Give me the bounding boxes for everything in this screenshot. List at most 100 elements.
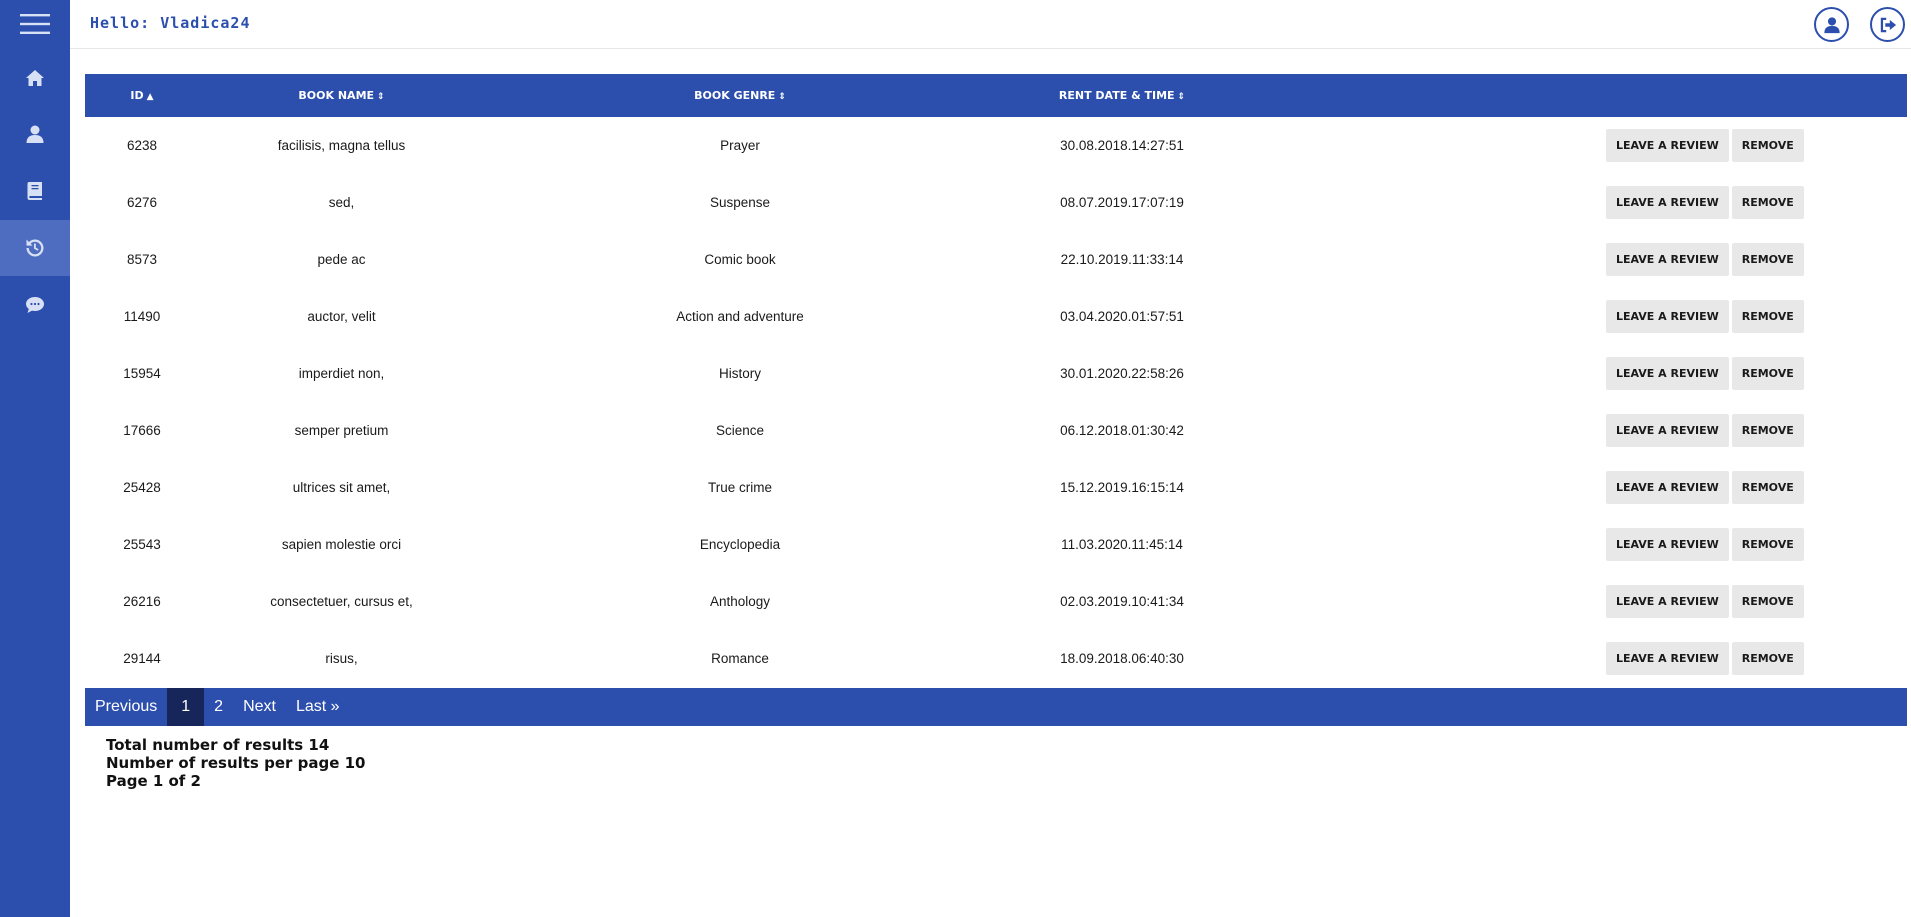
- column-header-book-name[interactable]: BOOK NAME ⇕: [199, 74, 484, 117]
- leave-review-button[interactable]: LEAVE A REVIEW: [1606, 357, 1729, 390]
- logout-icon: [1880, 17, 1896, 32]
- table-row: 29144 risus, Romance 18.09.2018.06:40:30…: [85, 630, 1907, 687]
- cell-rent-date: 30.08.2018.14:27:51: [1060, 138, 1184, 153]
- cell-id: 15954: [123, 366, 161, 381]
- book-icon: [27, 182, 42, 200]
- top-header: Hello: Vladica24: [70, 0, 1911, 49]
- cell-book-name: imperdiet non,: [298, 366, 385, 381]
- remove-button[interactable]: REMOVE: [1731, 585, 1804, 618]
- cell-id: 6238: [126, 138, 158, 153]
- remove-button[interactable]: REMOVE: [1731, 642, 1804, 675]
- home-icon: [26, 70, 44, 86]
- user-circle-icon: [1823, 16, 1840, 33]
- remove-button[interactable]: REMOVE: [1731, 471, 1804, 504]
- pagination-page-2[interactable]: 2: [204, 688, 233, 726]
- remove-button[interactable]: REMOVE: [1731, 243, 1804, 276]
- cell-rent-date: 11.03.2020.11:45:14: [1061, 537, 1183, 552]
- leave-review-button[interactable]: LEAVE A REVIEW: [1606, 414, 1729, 447]
- leave-review-button[interactable]: LEAVE A REVIEW: [1606, 471, 1729, 504]
- cell-book-genre: Encyclopedia: [699, 537, 781, 552]
- menu-button[interactable]: [0, 0, 70, 48]
- cell-actions: LEAVE A REVIEW REMOVE: [1248, 231, 1907, 288]
- pagination-previous[interactable]: Previous: [85, 688, 167, 726]
- leave-review-button[interactable]: LEAVE A REVIEW: [1606, 642, 1729, 675]
- menu-icon: [20, 14, 50, 34]
- sidebar-item-home[interactable]: [0, 50, 70, 106]
- leave-review-button[interactable]: LEAVE A REVIEW: [1606, 243, 1729, 276]
- total-results-text: Total number of results 14: [106, 736, 330, 754]
- remove-button[interactable]: REMOVE: [1731, 129, 1804, 162]
- user-icon: [26, 125, 44, 143]
- remove-button[interactable]: REMOVE: [1731, 186, 1804, 219]
- pagination-page-1[interactable]: 1: [167, 688, 205, 726]
- sidebar-item-messages[interactable]: [0, 277, 70, 333]
- column-header-id[interactable]: ID ▲: [85, 74, 199, 117]
- table-row: 11490 auctor, velit Action and adventure…: [85, 288, 1907, 345]
- cell-book-name: ultrices sit amet,: [292, 480, 391, 495]
- leave-review-button[interactable]: LEAVE A REVIEW: [1606, 528, 1729, 561]
- table-row: 8573 pede ac Comic book 22.10.2019.11:33…: [85, 231, 1907, 288]
- sidebar-item-books[interactable]: [0, 163, 70, 219]
- cell-id: 29144: [123, 651, 161, 666]
- cell-actions: LEAVE A REVIEW REMOVE: [1248, 117, 1907, 174]
- results-per-page-text: Number of results per page 10: [106, 754, 366, 772]
- table-header-row: ID ▲ BOOK NAME ⇕ BOOK GENRE ⇕ RENT DATE & T…: [85, 74, 1907, 117]
- cell-book-name: sapien molestie orci: [281, 537, 402, 552]
- sort-asc-icon: ▲: [146, 92, 154, 102]
- cell-actions: LEAVE A REVIEW REMOVE: [1248, 174, 1907, 231]
- cell-rent-date: 15.12.2019.16:15:14: [1060, 480, 1184, 495]
- sidebar-item-profile[interactable]: [0, 106, 70, 162]
- cell-book-genre: Suspense: [709, 195, 771, 210]
- sidebar: [0, 0, 70, 917]
- cell-book-name: auctor, velit: [307, 309, 376, 324]
- profile-button[interactable]: [1814, 7, 1849, 42]
- remove-button[interactable]: REMOVE: [1731, 300, 1804, 333]
- cell-id: 25543: [123, 537, 161, 552]
- table-row: 25428 ultrices sit amet, True crime 15.1…: [85, 459, 1907, 516]
- page-indicator-text: Page 1 of 2: [106, 772, 201, 790]
- cell-actions: LEAVE A REVIEW REMOVE: [1248, 516, 1907, 573]
- pagination-last[interactable]: Last »: [286, 688, 350, 726]
- table-row: 15954 imperdiet non, History 30.01.2020.…: [85, 345, 1907, 402]
- leave-review-button[interactable]: LEAVE A REVIEW: [1606, 186, 1729, 219]
- sort-icon: ⇕: [377, 92, 385, 102]
- pagination-bar: Previous 1 2 Next Last »: [85, 688, 1907, 726]
- cell-book-genre: Anthology: [709, 594, 771, 609]
- cell-id: 6276: [126, 195, 158, 210]
- cell-actions: LEAVE A REVIEW REMOVE: [1248, 459, 1907, 516]
- sidebar-item-history[interactable]: [0, 220, 70, 276]
- leave-review-button[interactable]: LEAVE A REVIEW: [1606, 300, 1729, 333]
- greeting-text: Hello: Vladica24: [90, 14, 251, 32]
- remove-button[interactable]: REMOVE: [1731, 528, 1804, 561]
- cell-book-name: facilisis, magna tellus: [277, 138, 406, 153]
- results-summary: Total number of results 14 Number of res…: [106, 736, 365, 790]
- cell-actions: LEAVE A REVIEW REMOVE: [1248, 288, 1907, 345]
- cell-rent-date: 22.10.2019.11:33:14: [1060, 252, 1184, 267]
- table-row: 6238 facilisis, magna tellus Prayer 30.0…: [85, 117, 1907, 174]
- leave-review-button[interactable]: LEAVE A REVIEW: [1606, 585, 1729, 618]
- cell-book-name: consectetuer, cursus et,: [270, 594, 413, 609]
- cell-book-name: sed,: [328, 195, 355, 210]
- leave-review-button[interactable]: LEAVE A REVIEW: [1606, 129, 1729, 162]
- column-header-book-genre[interactable]: BOOK GENRE ⇕: [484, 74, 996, 117]
- rentals-table: ID ▲ BOOK NAME ⇕ BOOK GENRE ⇕ RENT DATE & T…: [85, 74, 1907, 687]
- cell-id: 25428: [123, 480, 161, 495]
- cell-book-name: semper pretium: [294, 423, 389, 438]
- history-icon: [26, 239, 44, 257]
- logout-button[interactable]: [1870, 7, 1905, 42]
- cell-rent-date: 06.12.2018.01:30:42: [1060, 423, 1184, 438]
- column-header-actions: [1248, 74, 1907, 117]
- cell-book-name: pede ac: [317, 252, 366, 267]
- column-header-rent-date[interactable]: RENT DATE & TIME ⇕: [996, 74, 1248, 117]
- cell-book-genre: Prayer: [720, 138, 760, 153]
- cell-id: 8573: [126, 252, 158, 267]
- remove-button[interactable]: REMOVE: [1731, 357, 1804, 390]
- chat-icon: [26, 297, 44, 313]
- cell-book-genre: History: [718, 366, 761, 381]
- cell-actions: LEAVE A REVIEW REMOVE: [1248, 573, 1907, 630]
- cell-book-genre: Romance: [711, 651, 769, 666]
- remove-button[interactable]: REMOVE: [1731, 414, 1804, 447]
- table-row: 17666 semper pretium Science 06.12.2018.…: [85, 402, 1907, 459]
- table-row: 26216 consectetuer, cursus et, Anthology…: [85, 573, 1907, 630]
- pagination-next[interactable]: Next: [233, 688, 286, 726]
